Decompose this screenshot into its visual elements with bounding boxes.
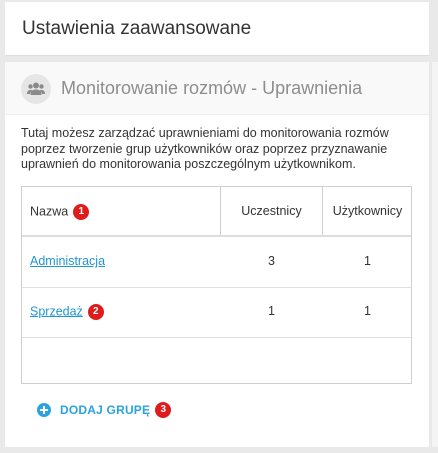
annotation-badge-3: 3 <box>155 402 172 418</box>
participants-count: 3 <box>268 254 275 268</box>
users-icon <box>21 74 51 104</box>
table-row: Sprzedaż 2 1 1 <box>22 287 411 338</box>
column-header-name-label: Nazwa <box>30 204 69 219</box>
permissions-card: Monitorowanie rozmów - Uprawnienia Tutaj… <box>5 62 429 447</box>
card-description: Tutaj możesz zarządzać uprawnieniami do … <box>21 126 389 171</box>
annotation-badge-2: 2 <box>87 304 104 320</box>
annotation-badge-1: 1 <box>73 204 90 220</box>
card-header: Monitorowanie rozmów - Uprawnienia <box>5 62 429 115</box>
users-count: 1 <box>364 254 371 268</box>
plus-circle-icon <box>37 403 51 417</box>
add-group-label: DODAJ GRUPĘ <box>60 403 151 417</box>
side-panel-edge <box>432 62 438 447</box>
users-count: 1 <box>364 304 371 318</box>
group-name-cell: Administracja <box>30 254 105 268</box>
group-link-administracja[interactable]: Administracja <box>30 254 105 268</box>
column-header-users[interactable]: Użytkownicy <box>323 204 412 218</box>
participants-count: 1 <box>268 304 275 318</box>
column-header-participants[interactable]: Uczestnicy <box>221 204 322 218</box>
page-header: Ustawienia zaawansowane <box>5 2 429 56</box>
column-header-name[interactable]: Nazwa 1 <box>30 204 90 220</box>
card-title: Monitorowanie rozmów - Uprawnienia <box>61 78 363 98</box>
groups-table: Nazwa 1 Uczestnicy Użytkownicy Administra… <box>21 186 412 384</box>
group-link-sprzedaz[interactable]: Sprzedaż <box>30 304 83 318</box>
table-row: Administracja 3 1 <box>22 237 411 288</box>
add-group-button[interactable]: DODAJ GRUPĘ 3 <box>37 402 172 418</box>
table-header: Nazwa 1 Uczestnicy Użytkownicy <box>22 187 411 237</box>
group-name-cell: Sprzedaż 2 <box>30 304 104 320</box>
page-title: Ustawienia zaawansowane <box>22 18 252 39</box>
